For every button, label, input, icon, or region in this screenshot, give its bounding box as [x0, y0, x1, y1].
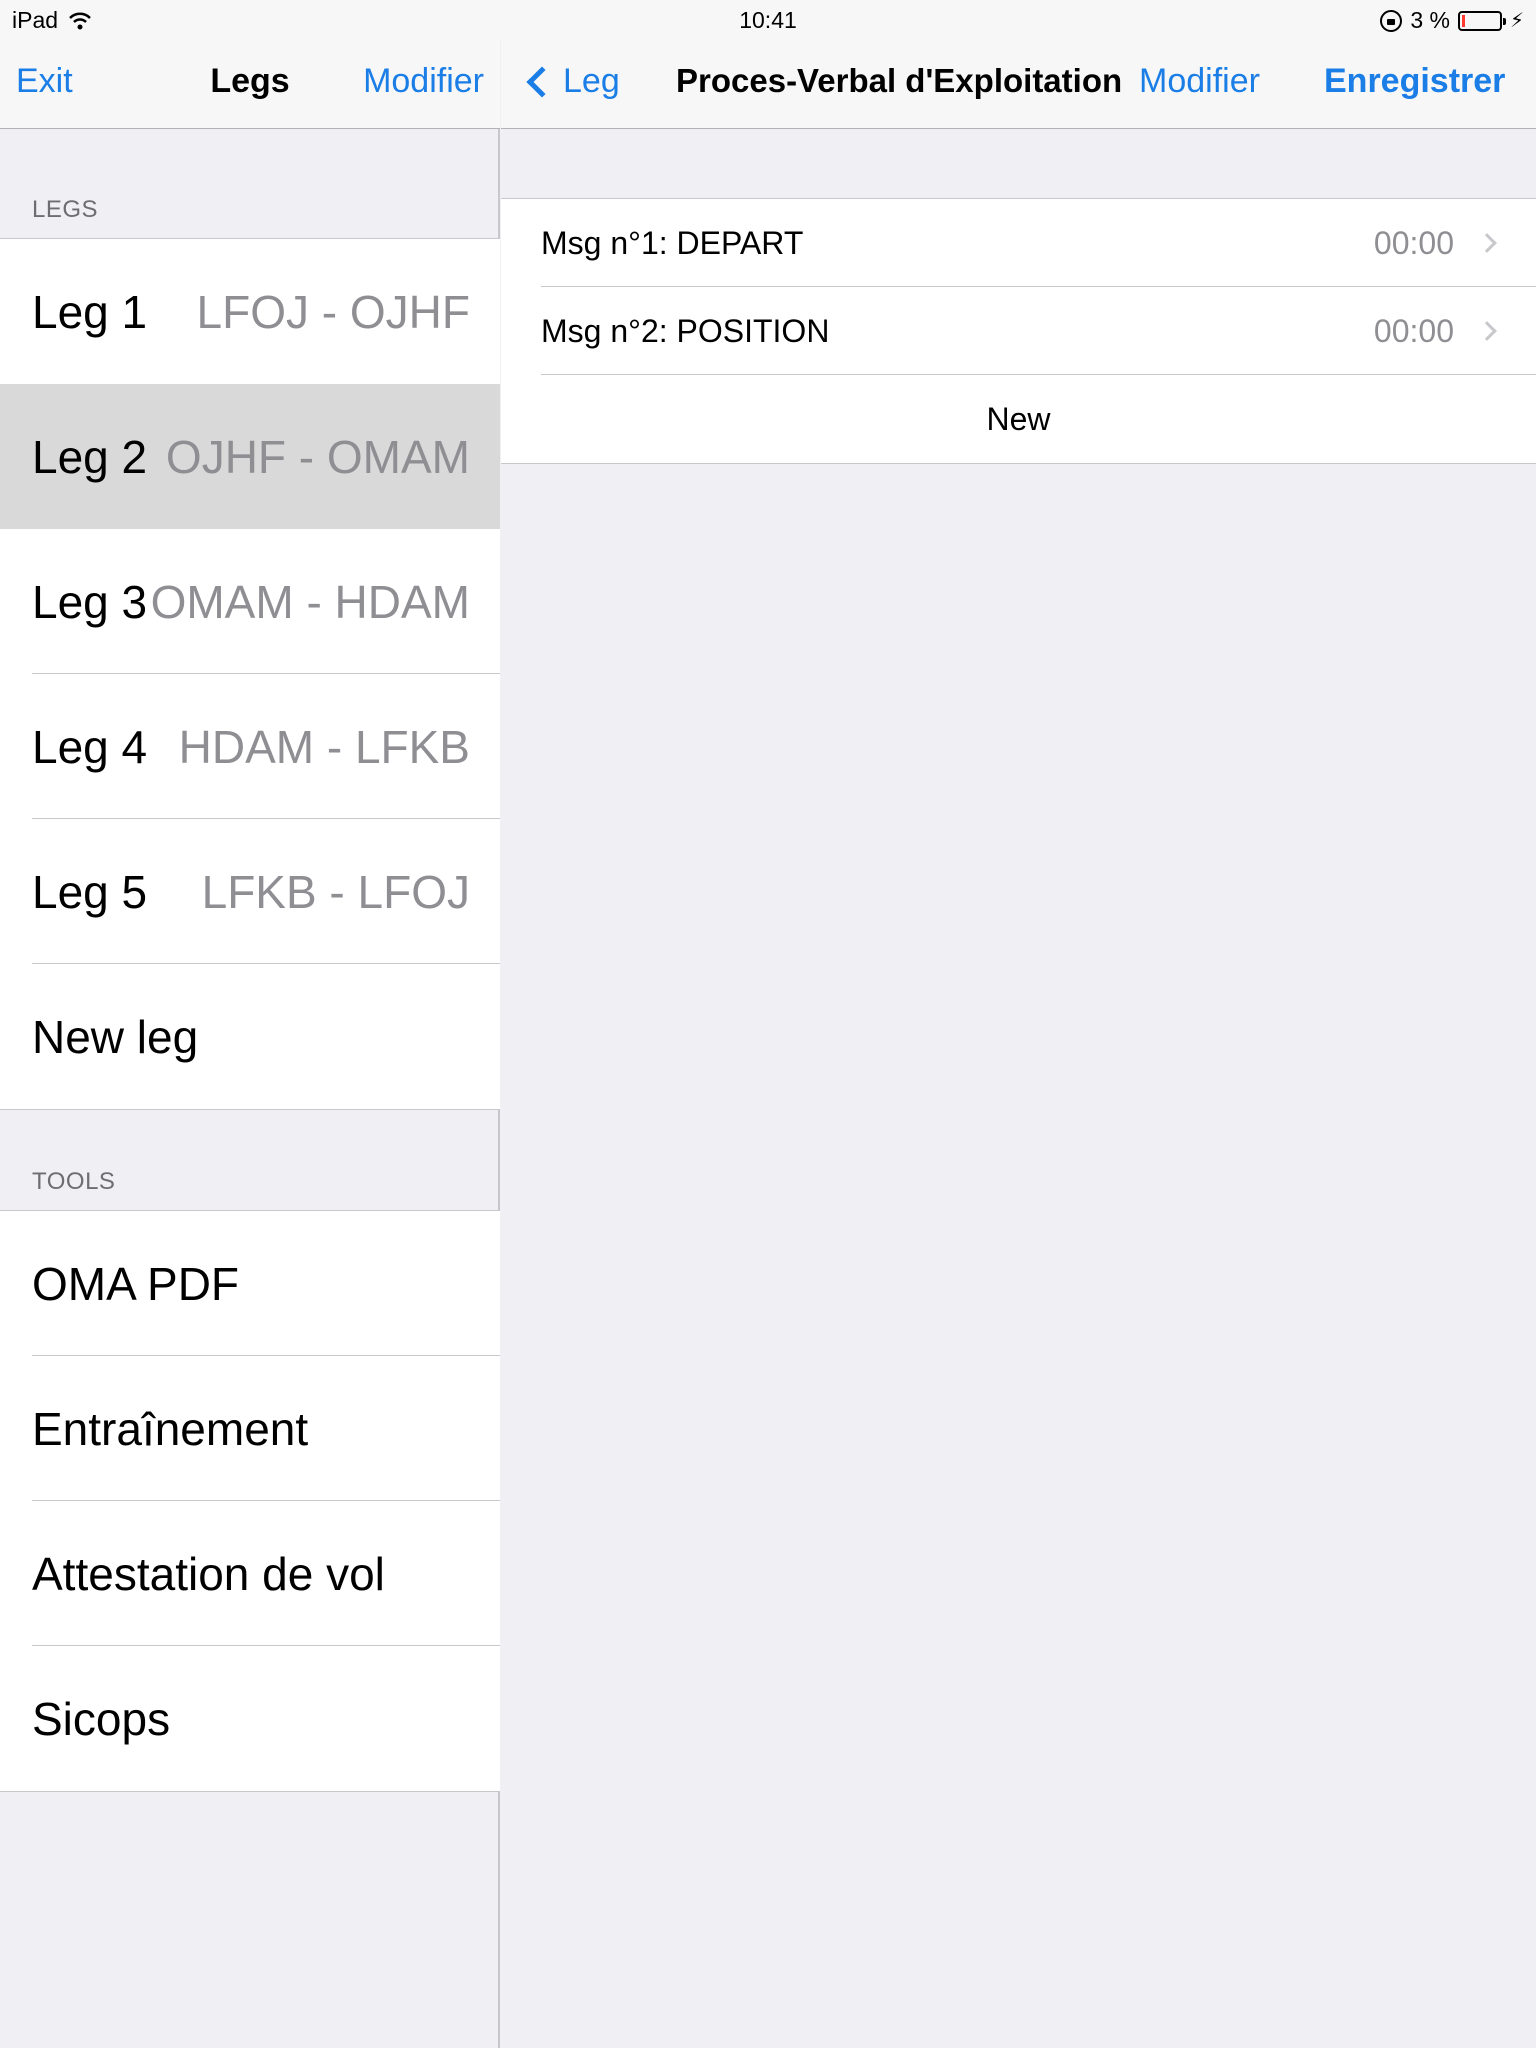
leg-route: LFKB - LFOJ — [201, 865, 470, 918]
back-label: Leg — [563, 62, 620, 100]
master-modifier-button[interactable]: Modifier — [363, 62, 484, 101]
tools-section-header: TOOLS — [32, 1168, 116, 1195]
master-navigation-bar: Exit Legs Modifier — [0, 40, 500, 129]
status-bar: iPad 10:41 3 % ⚡ — [0, 0, 1536, 40]
tool-label: Entraînement — [32, 1402, 309, 1455]
rotation-lock-icon — [1380, 9, 1403, 32]
leg-row-1[interactable]: Leg 1 LFOJ - OJHF — [0, 239, 500, 384]
chevron-right-icon — [1477, 321, 1497, 341]
new-message-label: New — [986, 400, 1051, 437]
leg-row-5[interactable]: Leg 5 LFKB - LFOJ — [0, 819, 500, 964]
leg-label: Leg 3 — [32, 575, 148, 628]
charging-bolt-icon: ⚡ — [1509, 10, 1524, 32]
battery-percentage: 3 % — [1410, 7, 1450, 33]
tools-list: OMA PDF Entraînement Attestation de vol … — [0, 1210, 500, 1792]
legs-list: Leg 1 LFOJ - OJHF Leg 2 OJHF - OMAM Leg … — [0, 238, 500, 1110]
new-message-row[interactable]: New — [501, 375, 1536, 463]
detail-modifier-button[interactable]: Modifier — [1139, 62, 1260, 101]
tool-row-sicops[interactable]: Sicops — [0, 1646, 500, 1791]
leg-row-3[interactable]: Leg 3 OMAM - HDAM — [0, 529, 500, 674]
master-pane: Exit Legs Modifier LEGS Leg 1 LFOJ - OJH… — [0, 0, 500, 2048]
message-row-2[interactable]: Msg n°2: POSITION 00:00 — [501, 287, 1536, 375]
save-button[interactable]: Enregistrer — [1324, 62, 1505, 101]
leg-row-2[interactable]: Leg 2 OJHF - OMAM — [0, 384, 500, 529]
tool-row-oma-pdf[interactable]: OMA PDF — [0, 1211, 500, 1356]
detail-title: Proces-Verbal d'Exploitation — [676, 62, 1123, 99]
message-label: Msg n°2: POSITION — [541, 312, 830, 349]
message-time: 00:00 — [1373, 224, 1454, 261]
messages-list: Msg n°1: DEPART 00:00 Msg n°2: POSITION … — [501, 198, 1536, 464]
leg-route: OMAM - HDAM — [150, 575, 470, 628]
new-leg-label: New leg — [32, 1010, 199, 1063]
leg-route: HDAM - LFKB — [178, 720, 470, 773]
tool-label: Sicops — [32, 1692, 171, 1745]
leg-label: Leg 2 — [32, 430, 148, 483]
legs-section-header: LEGS — [32, 196, 99, 223]
tool-label: OMA PDF — [32, 1257, 240, 1310]
tool-row-entrainement[interactable]: Entraînement — [0, 1356, 500, 1501]
leg-label: Leg 1 — [32, 285, 148, 338]
chevron-left-icon — [526, 65, 558, 98]
leg-route: OJHF - OMAM — [165, 430, 470, 483]
chevron-right-icon — [1477, 233, 1497, 253]
new-leg-row[interactable]: New leg — [0, 964, 500, 1109]
detail-pane: Leg Proces-Verbal d'Exploitation Modifie… — [501, 0, 1536, 2048]
tool-label: Attestation de vol — [32, 1547, 385, 1600]
message-label: Msg n°1: DEPART — [541, 224, 804, 261]
detail-navigation-bar: Leg Proces-Verbal d'Exploitation Modifie… — [501, 40, 1536, 129]
tool-row-attestation[interactable]: Attestation de vol — [0, 1501, 500, 1646]
back-button[interactable]: Leg — [523, 62, 620, 101]
leg-route: LFOJ - OJHF — [196, 285, 470, 338]
message-row-1[interactable]: Msg n°1: DEPART 00:00 — [501, 199, 1536, 287]
battery-icon — [1457, 10, 1506, 31]
message-time: 00:00 — [1373, 312, 1454, 349]
status-time: 10:41 — [739, 7, 797, 33]
leg-row-4[interactable]: Leg 4 HDAM - LFKB — [0, 674, 500, 819]
leg-label: Leg 4 — [32, 720, 148, 773]
leg-label: Leg 5 — [32, 865, 148, 918]
